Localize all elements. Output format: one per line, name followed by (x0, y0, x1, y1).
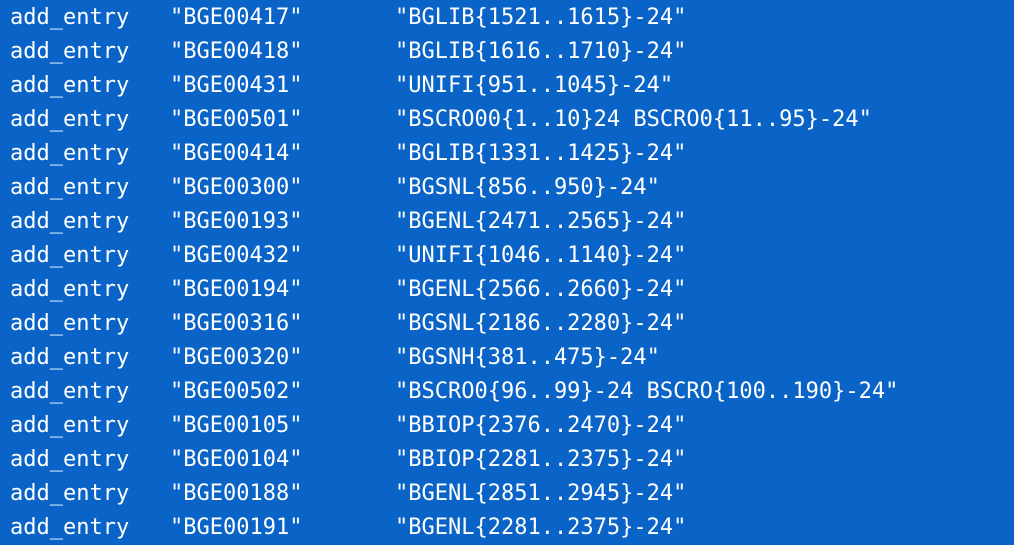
command-text: add_entry (10, 277, 130, 302)
terminal-line: add_entry "BGE00501" "BSCRO00{1..10}24 B… (10, 103, 1014, 137)
command-text: add_entry (10, 311, 130, 336)
entry-id: "BGE00320" (170, 345, 303, 370)
command-text: add_entry (10, 73, 130, 98)
terminal-line: add_entry "BGE00502" "BSCRO0{96..99}-24 … (10, 375, 1014, 409)
terminal-line: add_entry "BGE00432" "UNIFI{1046..1140}-… (10, 239, 1014, 273)
terminal-line: add_entry "BGE00431" "UNIFI{951..1045}-2… (10, 69, 1014, 103)
command-text: add_entry (10, 175, 130, 200)
entry-range: "BGLIB{1331..1425}-24" (395, 141, 687, 166)
terminal-line: add_entry "BGE00193" "BGENL{2471..2565}-… (10, 205, 1014, 239)
entry-id: "BGE00188" (170, 481, 303, 506)
command-text: add_entry (10, 141, 130, 166)
entry-id: "BGE00193" (170, 209, 303, 234)
terminal-line: add_entry "BGE00300" "BGSNL{856..950}-24… (10, 171, 1014, 205)
entry-range: "BBIOP{2376..2470}-24" (395, 413, 687, 438)
entry-range: "BGLIB{1521..1615}-24" (395, 5, 687, 30)
entry-id: "BGE00502" (170, 379, 303, 404)
terminal-line: add_entry "BGE00320" "BGSNH{381..475}-24… (10, 341, 1014, 375)
entry-range: "BBIOP{2281..2375}-24" (395, 447, 687, 472)
entry-range: "BSCRO0{96..99}-24 BSCRO{100..190}-24" (395, 379, 899, 404)
terminal-line: add_entry "BGE00104" "BBIOP{2281..2375}-… (10, 443, 1014, 477)
entry-range: "BGSNH{381..475}-24" (395, 345, 660, 370)
entry-range: "BGENL{2851..2945}-24" (395, 481, 687, 506)
entry-range: "BGENL{2566..2660}-24" (395, 277, 687, 302)
command-text: add_entry (10, 379, 130, 404)
entry-id: "BGE00414" (170, 141, 303, 166)
entry-range: "BGENL{2281..2375}-24" (395, 515, 687, 540)
command-text: add_entry (10, 447, 130, 472)
terminal-line: add_entry "BGE00191" "BGENL{2281..2375}-… (10, 511, 1014, 545)
command-text: add_entry (10, 209, 130, 234)
entry-id: "BGE00418" (170, 39, 303, 64)
entry-range: "UNIFI{1046..1140}-24" (395, 243, 687, 268)
entry-id: "BGE00191" (170, 515, 303, 540)
entry-range: "BGLIB{1616..1710}-24" (395, 39, 687, 64)
command-text: add_entry (10, 39, 130, 64)
command-text: add_entry (10, 243, 130, 268)
entry-id: "BGE00300" (170, 175, 303, 200)
entry-range: "BGSNL{2186..2280}-24" (395, 311, 687, 336)
entry-id: "BGE00417" (170, 5, 303, 30)
command-text: add_entry (10, 413, 130, 438)
command-text: add_entry (10, 515, 130, 540)
terminal-line: add_entry "BGE00194" "BGENL{2566..2660}-… (10, 273, 1014, 307)
command-text: add_entry (10, 107, 130, 132)
entry-range: "BGENL{2471..2565}-24" (395, 209, 687, 234)
entry-id: "BGE00316" (170, 311, 303, 336)
entry-id: "BGE00105" (170, 413, 303, 438)
command-text: add_entry (10, 481, 130, 506)
terminal-line: add_entry "BGE00188" "BGENL{2851..2945}-… (10, 477, 1014, 511)
terminal-line: add_entry "BGE00105" "BBIOP{2376..2470}-… (10, 409, 1014, 443)
entry-id: "BGE00194" (170, 277, 303, 302)
entry-range: "BSCRO00{1..10}24 BSCRO0{11..95}-24" (395, 107, 872, 132)
terminal-line: add_entry "BGE00414" "BGLIB{1331..1425}-… (10, 137, 1014, 171)
entry-range: "UNIFI{951..1045}-24" (395, 73, 674, 98)
entry-id: "BGE00501" (170, 107, 303, 132)
command-text: add_entry (10, 5, 130, 30)
entry-id: "BGE00104" (170, 447, 303, 472)
entry-id: "BGE00431" (170, 73, 303, 98)
command-text: add_entry (10, 345, 130, 370)
terminal-line: add_entry "BGE00316" "BGSNL{2186..2280}-… (10, 307, 1014, 341)
terminal-line: add_entry "BGE00418" "BGLIB{1616..1710}-… (10, 35, 1014, 69)
entry-range: "BGSNL{856..950}-24" (395, 175, 660, 200)
entry-id: "BGE00432" (170, 243, 303, 268)
terminal-line: add_entry "BGE00417" "BGLIB{1521..1615}-… (10, 1, 1014, 35)
terminal-output[interactable]: add_entry "BGE00417" "BGLIB{1521..1615}-… (0, 0, 1014, 544)
